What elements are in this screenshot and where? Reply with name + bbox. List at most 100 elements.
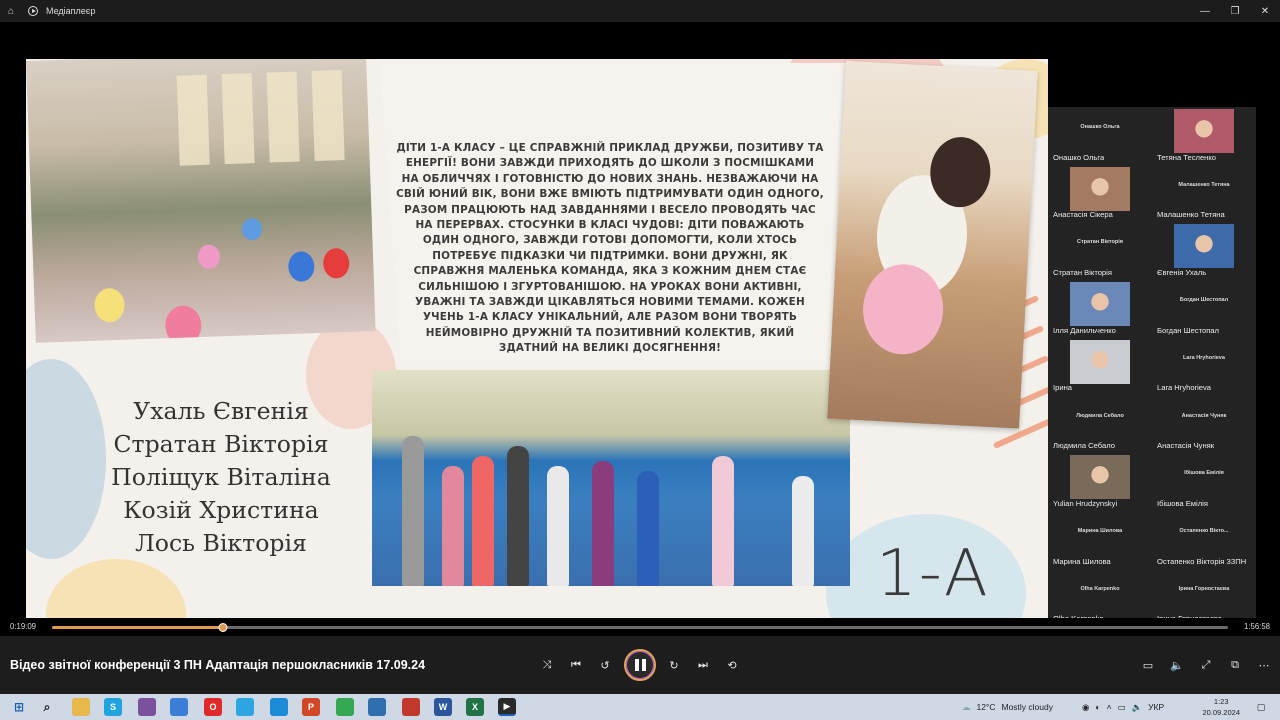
participant-name: Людмила Себало xyxy=(1053,441,1115,451)
skype-icon[interactable]: S xyxy=(104,698,122,716)
chrome-icon[interactable] xyxy=(336,698,354,716)
participant-tile[interactable]: Yulian Hrudzynskyi xyxy=(1048,453,1152,511)
participant-tile[interactable]: Ібішова Емілія Ібішова Емілія xyxy=(1152,453,1256,511)
video-area[interactable]: ДІТИ 1-А КЛАСУ – ЦЕ СПРАВЖНІЙ ПРИКЛАД ДР… xyxy=(0,22,1280,633)
opera-icon[interactable]: O xyxy=(204,698,222,716)
participant-tile[interactable]: Онашко Ольга Онашко Ольга xyxy=(1048,107,1152,165)
winrar-icon[interactable] xyxy=(402,698,420,716)
participant-avatar-label: Онашко Ольга xyxy=(1080,124,1120,130)
participant-name: Ілля Данильченко xyxy=(1053,325,1116,335)
tray-record-icon[interactable]: ◉ xyxy=(1082,702,1089,713)
participant-name: Lara Hryhorieva xyxy=(1157,383,1212,393)
home-icon[interactable]: ⌂ xyxy=(0,0,22,22)
minimize-icon[interactable]: — xyxy=(1190,0,1220,22)
weather-widget[interactable]: ☁ 12°C Mostly cloudy xyxy=(962,694,1053,720)
media-title: Відео звітної конференції 3 ПН Адаптація… xyxy=(10,658,426,672)
photo-figure xyxy=(592,461,614,586)
tray-app-icon[interactable]: ◐ xyxy=(1095,702,1100,712)
subtitles-icon[interactable]: ▭ xyxy=(1137,654,1159,676)
close-icon[interactable]: ✕ xyxy=(1250,0,1280,22)
student-name: Стратан Вікторія xyxy=(113,430,329,458)
media-player-taskbar-icon[interactable]: ▶ xyxy=(498,698,516,716)
student-names: Ухаль Євгенія Стратан Вікторія Поліщук В… xyxy=(71,395,371,560)
balloon xyxy=(241,217,263,241)
participant-tile[interactable]: Євгенія Ухаль xyxy=(1152,222,1256,280)
participant-tile[interactable]: Марина Шилова Марина Шилова xyxy=(1048,511,1152,569)
participant-tile[interactable]: Малашенко Тетяна Малашенко Тетяна xyxy=(1152,165,1256,223)
rewind-10-icon[interactable]: ↺ xyxy=(594,654,616,676)
balloon xyxy=(287,251,315,282)
shuffle-icon[interactable]: ⤨ xyxy=(536,654,558,676)
next-icon[interactable]: ⏭ xyxy=(692,654,714,676)
pause-button[interactable] xyxy=(624,649,656,681)
file-explorer-icon[interactable] xyxy=(72,698,90,716)
app-icon[interactable] xyxy=(368,698,386,716)
network-icon[interactable]: ▭ xyxy=(1118,702,1126,713)
classroom-photo xyxy=(26,59,376,343)
participant-tile[interactable]: Lara Hryhorieva Lara Hryhorieva xyxy=(1152,338,1256,396)
weather-temp: 12°C xyxy=(976,702,996,712)
balloon xyxy=(197,244,221,270)
seek-bar-row: 0:19:09 1:56:58 xyxy=(0,618,1280,636)
participant-tile[interactable]: Ілля Данильченко xyxy=(1048,280,1152,338)
more-options-icon[interactable]: ⋯ xyxy=(1253,654,1275,676)
fullscreen-icon[interactable]: ⤢ xyxy=(1195,654,1217,676)
viber-icon[interactable] xyxy=(138,698,156,716)
language-indicator[interactable]: УКР xyxy=(1148,702,1164,712)
participant-name: Онашко Ольга xyxy=(1053,152,1105,162)
participant-tile[interactable]: Анастасія Чуняк Анастасія Чуняк xyxy=(1152,396,1256,454)
previous-icon[interactable]: ⏮ xyxy=(565,654,587,676)
excel-icon[interactable]: X xyxy=(466,698,484,716)
search-icon[interactable]: ⌕ xyxy=(38,698,56,716)
participant-name: Остапенко Вікторія 3ЗПН xyxy=(1157,556,1247,566)
telegram-desktop-icon[interactable] xyxy=(236,698,254,716)
participant-avatar-label: Людмила Себало xyxy=(1076,412,1124,419)
powerpoint-icon[interactable]: P xyxy=(302,698,320,716)
friends-photo xyxy=(827,61,1038,429)
photo-figure xyxy=(507,446,529,586)
participant-tile[interactable]: Богдан Шестопал Богдан Шестопал xyxy=(1152,280,1256,338)
photo-figure xyxy=(442,466,464,586)
photo-window xyxy=(176,74,210,166)
taskbar: ⊞ ⌕ S O P W X ▶ ☁ 12°C Mostly cloudy ◉ ◐… xyxy=(0,694,1280,720)
photo-figure xyxy=(402,436,424,586)
repeat-off-icon[interactable]: ⟲ xyxy=(721,654,743,676)
photo-window xyxy=(266,71,300,163)
student-name: Лось Вікторія xyxy=(135,529,307,557)
balloon xyxy=(164,305,203,343)
slide-paragraph: ДІТИ 1-А КЛАСУ – ЦЕ СПРАВЖНІЙ ПРИКЛАД ДР… xyxy=(396,142,824,355)
participant-tile[interactable]: Тетяна Тесленко xyxy=(1152,107,1256,165)
maximize-icon[interactable]: ❐ xyxy=(1220,0,1250,22)
participant-tile[interactable]: Стратан Вікторія Стратан Вікторія xyxy=(1048,222,1152,280)
participant-name: Марина Шилова xyxy=(1053,556,1111,566)
seek-bar[interactable] xyxy=(52,623,1228,632)
edge-icon[interactable] xyxy=(270,698,288,716)
presentation-slide: ДІТИ 1-А КЛАСУ – ЦЕ СПРАВЖНІЙ ПРИКЛАД ДР… xyxy=(26,59,1048,633)
cloud-icon: ☁ xyxy=(962,701,971,712)
student-name: Поліщук Віталіна xyxy=(111,463,331,491)
volume-icon[interactable]: 🔈 xyxy=(1166,654,1188,676)
mini-player-icon[interactable]: ⧉ xyxy=(1224,654,1246,676)
participant-tile[interactable]: Ірина xyxy=(1048,338,1152,396)
word-icon[interactable]: W xyxy=(434,698,452,716)
volume-tray-icon[interactable]: 🔈 xyxy=(1132,702,1143,713)
forward-30-icon[interactable]: ↻ xyxy=(663,654,685,676)
title-bar: ⌂ Медіаплеєр — ❐ ✕ xyxy=(0,0,1280,22)
window-title: Медіаплеєр xyxy=(46,6,96,16)
participant-tile[interactable]: Людмила Себало Людмила Себало xyxy=(1048,396,1152,454)
clock[interactable]: 1:23 20.09.2024 xyxy=(1202,696,1240,718)
start-icon[interactable]: ⊞ xyxy=(10,698,28,716)
participant-video xyxy=(1070,166,1130,211)
participant-avatar-label: Малашенко Тетяна xyxy=(1178,181,1230,188)
seek-bar-thumb[interactable] xyxy=(218,623,228,632)
participant-tile[interactable]: Остапенко Вікто... Остапенко Вікторія 3ЗП… xyxy=(1152,511,1256,569)
notifications-icon[interactable]: ▢ xyxy=(1252,698,1270,716)
player-controls: Відео звітної конференції 3 ПН Адаптація… xyxy=(0,636,1280,694)
student-name: Козій Христина xyxy=(123,496,319,524)
participant-name: Ібішова Емілія xyxy=(1157,498,1208,508)
telegram-icon[interactable] xyxy=(170,698,188,716)
chevron-up-icon[interactable]: ˄ xyxy=(1107,702,1112,712)
participant-tile[interactable]: Анастасія Сікера xyxy=(1048,165,1152,223)
system-tray: ◉ ◐ ˄ ▭ 🔈 УКР xyxy=(1082,694,1164,720)
clock-time: 1:23 xyxy=(1213,697,1229,706)
